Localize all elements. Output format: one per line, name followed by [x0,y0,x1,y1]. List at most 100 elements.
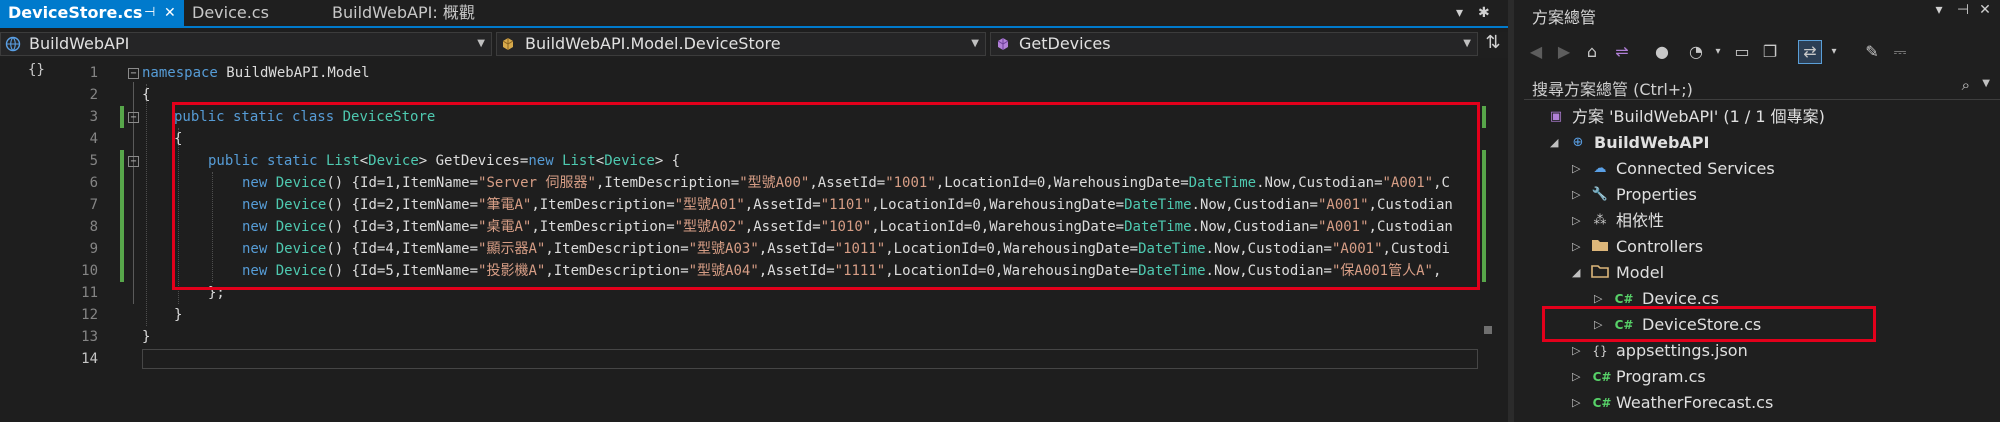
line-number: 12 [81,307,98,323]
chevron-down-icon[interactable]: ▾ [1706,40,1730,64]
switch-views-icon[interactable]: ⇌ [1610,40,1634,64]
folder-icon [1590,264,1610,282]
scrollbar-thumb[interactable] [1484,326,1492,334]
type-name: BuildWebAPI.Model.DeviceStore [525,34,781,53]
type-dropdown[interactable]: BuildWebAPI.Model.DeviceStore ▼ [496,32,986,56]
tab-buildwebapi-overview[interactable]: BuildWebAPI: 概觀 [324,0,504,26]
line-number: 10 [81,263,98,279]
line-number: 3 [89,109,98,125]
line-number: 9 [89,241,98,257]
close-icon[interactable]: ✕ [1976,2,1994,18]
solution-explorer-toolbar: ◀ ▶ ⌂ ⇌ ● ◔ ▾ ▭ ❐ ⇄ ▾ ✎ ⎓ [1514,36,2000,68]
pin-icon[interactable]: ⊣ [144,0,155,26]
line-number: 14 [81,351,98,367]
line-number: 7 [89,197,98,213]
method-icon [997,38,1009,50]
scrollbar-change-marker [1482,106,1486,128]
tree-item-model[interactable]: ◢ Model [1514,260,2000,286]
tree-item-label: BuildWebAPI [1594,133,1710,152]
tree-item-label: Controllers [1616,237,1704,256]
search-icon[interactable]: ⌕ [1962,76,1970,94]
code-text: { [142,87,151,103]
wrench-icon[interactable]: ✎ [1860,40,1884,64]
web-project-icon: ⊕ [1572,135,1584,150]
collapsed-icon[interactable]: ▷ [1572,208,1580,234]
back-icon[interactable]: ◀ [1524,40,1548,64]
tree-item-properties[interactable]: ▷ 🔧 Properties [1514,182,2000,208]
collapsed-icon[interactable]: ▷ [1572,390,1580,416]
expanded-icon[interactable]: ◢ [1572,260,1580,286]
code-line[interactable]: 13} [0,326,1480,348]
code-text: } [174,307,183,323]
tab-device-cs[interactable]: Device.cs [184,0,318,26]
tree-item-program-cs[interactable]: ▷ C# Program.cs [1514,364,2000,390]
preview-icon[interactable]: ⎓ [1888,40,1912,64]
highlight-annotation-box [172,102,1480,290]
chevron-down-icon[interactable]: ▾ [1930,2,1948,18]
current-line-indicator [142,349,1478,369]
tab-list-dropdown-icon[interactable]: ▾ [1456,0,1463,26]
line-number: 8 [89,219,98,235]
member-dropdown[interactable]: GetDevices ▼ [990,32,1478,56]
class-icon [502,38,514,50]
line-number: 1 [89,65,98,81]
tab-label: DeviceStore.cs [8,3,143,22]
tree-item-solution[interactable]: ▣ 方案 'BuildWebAPI' (1 / 1 個專案) [1514,104,2000,130]
tree-item-controllers[interactable]: ▷ Controllers [1514,234,2000,260]
history-icon[interactable]: ◔ [1684,40,1708,64]
code-area[interactable]: {} 1 namespace BuildWebAPI.Model 2{3 public… [0,62,1508,422]
code-text: namespace BuildWebAPI.Model [142,65,370,81]
chevron-down-icon: ▼ [971,38,979,49]
collapse-all-icon[interactable]: ▭ [1730,40,1754,64]
line-number: 6 [89,175,98,191]
tree-item-connected-services[interactable]: ▷ ☁ Connected Services [1514,156,2000,182]
sync-active-document-icon[interactable]: ⇄ [1798,40,1822,64]
highlight-annotation-box [1542,306,1876,342]
scrollbar-change-marker [1482,150,1486,282]
collapsed-icon[interactable]: ▷ [1572,156,1580,182]
collapse-icon[interactable]: − [128,112,139,123]
expanded-icon[interactable]: ◢ [1550,130,1558,156]
home-icon[interactable]: ⌂ [1580,40,1604,64]
chevron-down-icon: ▼ [1463,38,1471,49]
tree-item-label: 方案 'BuildWebAPI' (1 / 1 個專案) [1572,107,1825,126]
solution-search-input[interactable]: 搜尋方案總管 (Ctrl+;) ⌕ ▼ [1524,72,2000,100]
tree-item-label: Model [1616,263,1665,282]
code-line[interactable]: 12} [0,304,1480,326]
collapse-icon[interactable]: − [128,156,139,167]
csharp-file-icon: C# [1592,370,1612,384]
navigation-bar: BuildWebAPI ▼ BuildWebAPI.Model.DeviceSt… [0,32,1508,58]
line-number: 11 [81,285,98,301]
tree-item-label: Properties [1616,185,1697,204]
tree-item-dependencies[interactable]: ▷ ⁂ 相依性 [1514,208,2000,234]
member-name: GetDevices [1019,34,1111,53]
git-icon[interactable]: ● [1650,40,1674,64]
tree-item-label: Program.cs [1616,367,1706,386]
tree-item-project[interactable]: ◢ ⊕ BuildWebAPI [1514,130,2000,156]
connected-services-icon: ☁ [1593,161,1607,176]
tab-devicestore-cs[interactable]: DeviceStore.cs [0,0,184,26]
code-line[interactable]: 1 namespace BuildWebAPI.Model [0,62,1480,84]
gear-icon[interactable]: ✱ [1478,0,1490,26]
collapse-icon[interactable]: − [128,68,139,79]
solution-explorer-title: 方案總管 [1532,8,1597,27]
chevron-down-icon[interactable]: ▼ [1982,78,1990,89]
pin-icon[interactable]: ⊣ [1954,2,1972,18]
tree-item-label: Connected Services [1616,159,1775,178]
collapsed-icon[interactable]: ▷ [1572,234,1580,260]
json-file-icon: {} [1592,344,1608,358]
collapsed-icon[interactable]: ▷ [1572,364,1580,390]
forward-icon[interactable]: ▶ [1552,40,1576,64]
tree-item-weatherforecast-cs[interactable]: ▷ C# WeatherForecast.cs [1514,390,2000,416]
line-number: 13 [81,329,98,345]
show-all-files-icon[interactable]: ❐ [1758,40,1782,64]
chevron-down-icon[interactable]: ▾ [1822,40,1846,64]
collapsed-icon[interactable]: ▷ [1572,182,1580,208]
dependencies-icon: ⁂ [1593,213,1607,228]
split-window-icon[interactable]: ⇅ [1482,30,1504,56]
web-project-icon [5,36,21,52]
project-dropdown[interactable]: BuildWebAPI ▼ [0,32,492,56]
close-icon[interactable]: ✕ [164,0,176,26]
line-number: 4 [89,131,98,147]
tree-item-label: 相依性 [1616,211,1665,230]
